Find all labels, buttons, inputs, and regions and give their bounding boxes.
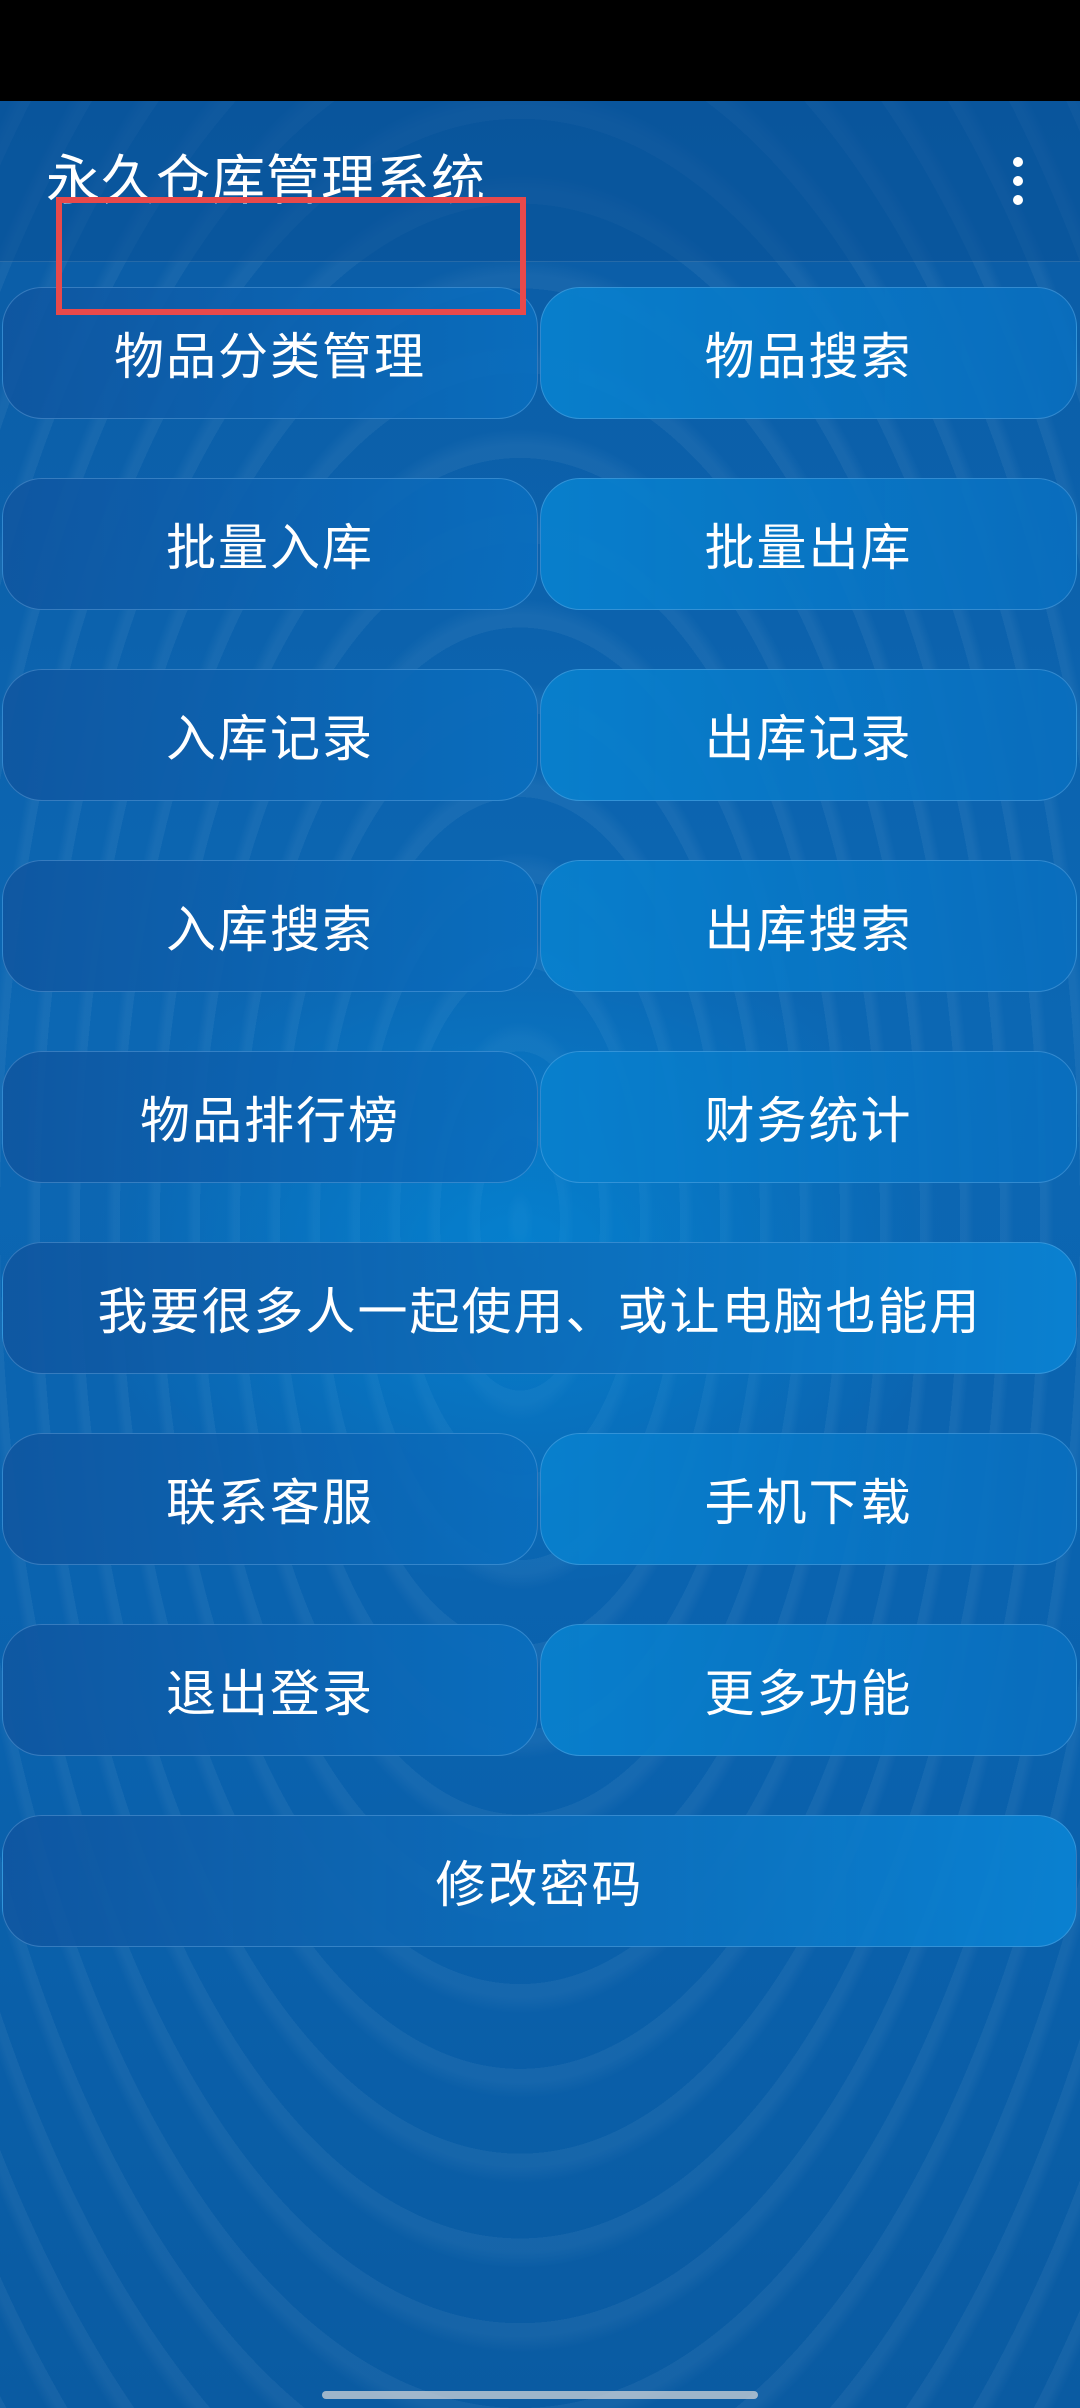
app-title: 永久仓库管理系统 bbox=[46, 149, 486, 212]
item-ranking-button[interactable]: 物品排行榜 bbox=[2, 1051, 538, 1183]
menu-dot bbox=[1013, 195, 1023, 205]
financial-stats-button[interactable]: 财务统计 bbox=[540, 1051, 1077, 1183]
multi-user-button[interactable]: 我要很多人一起使用、或让电脑也能用 bbox=[2, 1242, 1077, 1374]
status-bar bbox=[0, 0, 1080, 101]
inbound-search-button[interactable]: 入库搜索 bbox=[2, 860, 538, 992]
logout-button[interactable]: 退出登录 bbox=[2, 1624, 538, 1756]
item-category-button[interactable]: 物品分类管理 bbox=[2, 287, 538, 419]
more-features-button[interactable]: 更多功能 bbox=[540, 1624, 1077, 1756]
app-toolbar: 永久仓库管理系统 bbox=[0, 101, 1080, 262]
batch-outbound-button[interactable]: 批量出库 bbox=[540, 478, 1077, 610]
menu-dot bbox=[1013, 176, 1023, 186]
phone-download-button[interactable]: 手机下载 bbox=[540, 1433, 1077, 1565]
more-vert-icon[interactable] bbox=[990, 151, 1046, 211]
change-password-button[interactable]: 修改密码 bbox=[2, 1815, 1077, 1947]
menu-dot bbox=[1013, 157, 1023, 167]
outbound-records-button[interactable]: 出库记录 bbox=[540, 669, 1077, 801]
home-indicator[interactable] bbox=[322, 2391, 758, 2399]
inbound-records-button[interactable]: 入库记录 bbox=[2, 669, 538, 801]
item-search-button[interactable]: 物品搜索 bbox=[540, 287, 1077, 419]
outbound-search-button[interactable]: 出库搜索 bbox=[540, 860, 1077, 992]
batch-inbound-button[interactable]: 批量入库 bbox=[2, 478, 538, 610]
contact-support-button[interactable]: 联系客服 bbox=[2, 1433, 538, 1565]
